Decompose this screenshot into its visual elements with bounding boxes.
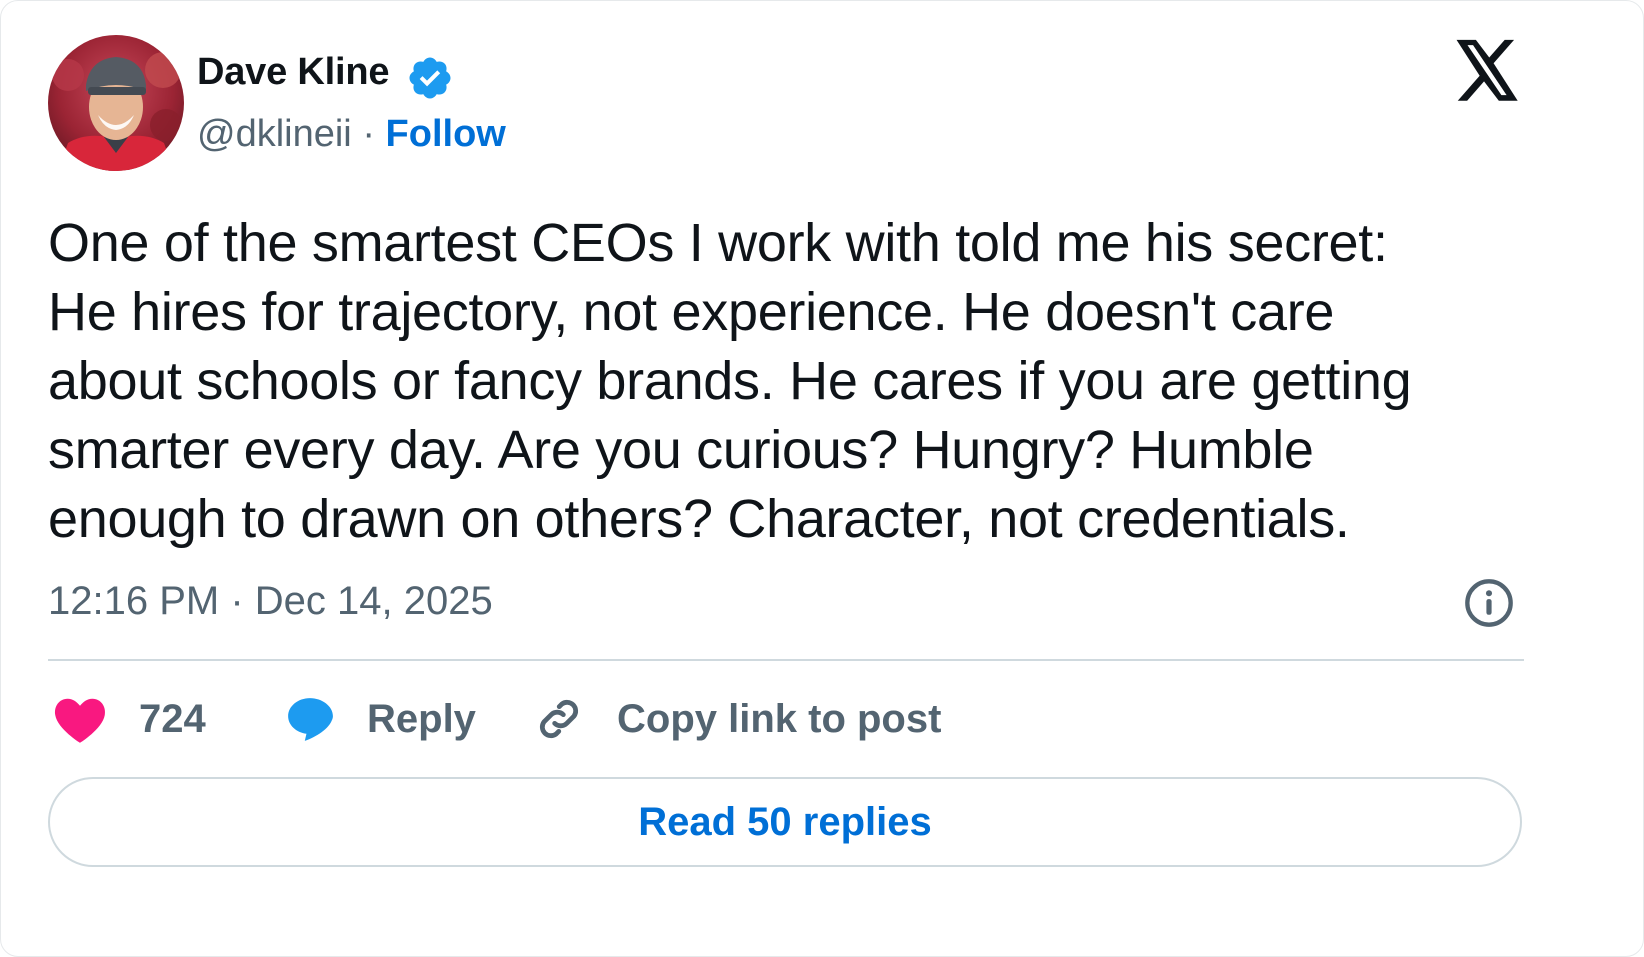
author-handle[interactable]: @dklineii: [197, 113, 352, 155]
divider: [48, 659, 1524, 661]
reply-label: Reply: [367, 696, 476, 741]
info-icon[interactable]: [1463, 577, 1515, 629]
tweet-line: One of the smartest CEOs I work with tol…: [48, 213, 1388, 273]
tweet-line: enough to drawn on others? Character, no…: [48, 489, 1350, 549]
tweet-line: He hires for trajectory, not experience.…: [48, 282, 1335, 342]
avatar-image: [48, 35, 184, 171]
follow-button[interactable]: Follow: [386, 113, 506, 155]
heart-icon: [54, 698, 106, 743]
like-button[interactable]: 724: [53, 691, 206, 747]
handle-row: @dklineii · Follow: [197, 113, 506, 156]
author-name[interactable]: Dave Kline: [197, 51, 390, 94]
separator: ·: [362, 113, 375, 155]
avatar[interactable]: [48, 35, 184, 171]
copy-link-button[interactable]: Copy link to post: [533, 691, 941, 747]
copy-link-label: Copy link to post: [617, 696, 942, 741]
tweet-line: smarter every day. Are you curious? Hung…: [48, 420, 1314, 480]
link-icon: [539, 699, 579, 739]
tweet-text: One of the smartest CEOs I work with tol…: [48, 209, 1528, 554]
like-count: 724: [139, 696, 206, 741]
verified-badge-icon: [409, 57, 451, 99]
read-replies-button[interactable]: Read 50 replies: [48, 777, 1522, 867]
speech-bubble-icon: [288, 698, 333, 741]
x-logo-icon[interactable]: [1453, 39, 1521, 103]
tweet-line: about schools or fancy brands. He cares …: [48, 351, 1412, 411]
tweet-card: Dave Kline @dklineii · Follow One of the…: [0, 0, 1644, 957]
timestamp[interactable]: 12:16 PM · Dec 14, 2025: [48, 579, 493, 624]
reply-button[interactable]: Reply: [285, 691, 476, 747]
